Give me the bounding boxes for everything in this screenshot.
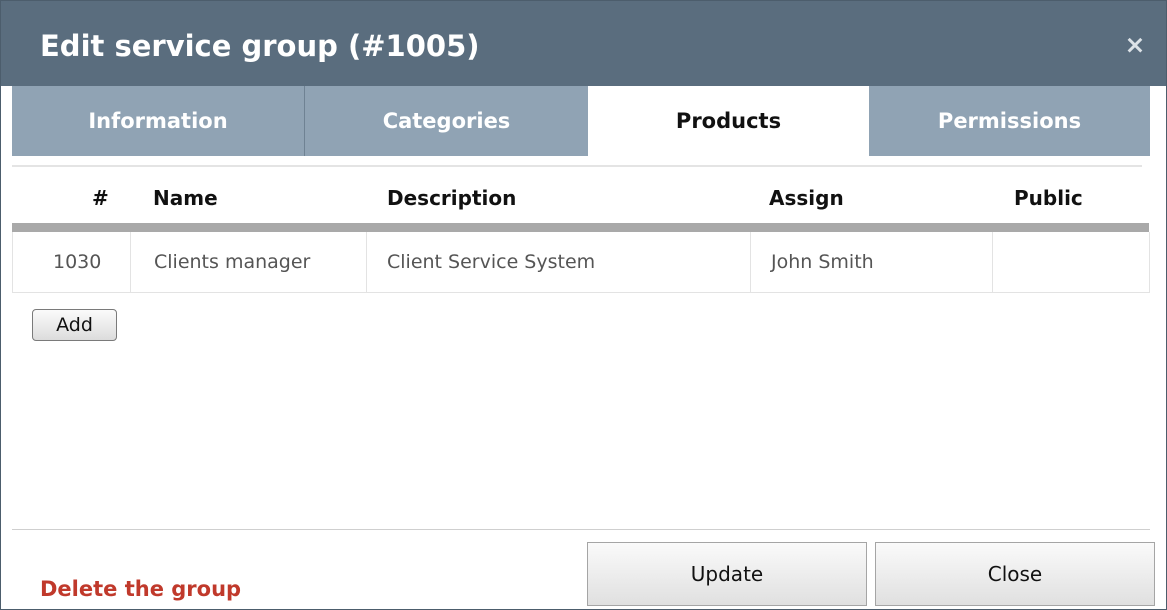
- dialog-title: Edit service group (#1005): [40, 29, 480, 63]
- tab-information[interactable]: Information: [12, 86, 305, 156]
- column-divider: [130, 232, 131, 292]
- add-product-button[interactable]: Add: [32, 309, 117, 341]
- column-header-description[interactable]: Description: [387, 182, 516, 214]
- delete-group-link[interactable]: Delete the group: [40, 577, 241, 601]
- close-icon[interactable]: ×: [1123, 32, 1147, 58]
- column-divider: [992, 232, 993, 292]
- tab-products[interactable]: Products: [588, 86, 869, 156]
- cell-name: Clients manager: [154, 251, 311, 273]
- update-button[interactable]: Update: [587, 542, 867, 606]
- divider: [12, 165, 1142, 167]
- cell-id: 1030: [53, 251, 102, 273]
- close-button[interactable]: Close: [875, 542, 1155, 606]
- column-header-name[interactable]: Name: [153, 182, 218, 214]
- cell-description: Client Service System: [387, 251, 596, 273]
- edit-service-group-dialog: Edit service group (#1005) × Information…: [0, 0, 1167, 610]
- column-divider: [750, 232, 751, 292]
- tab-bar: Information Categories Products Permissi…: [12, 86, 1150, 156]
- tab-permissions[interactable]: Permissions: [869, 86, 1150, 156]
- column-header-id[interactable]: #: [92, 182, 109, 214]
- footer-divider: [12, 529, 1150, 530]
- table-row[interactable]: 1030 Clients manager Client Service Syst…: [12, 232, 1150, 293]
- table-header-divider: [12, 223, 1149, 232]
- column-header-assign[interactable]: Assign: [769, 182, 844, 214]
- column-header-public[interactable]: Public: [1014, 182, 1083, 214]
- tab-categories[interactable]: Categories: [305, 86, 588, 156]
- dialog-titlebar: Edit service group (#1005) ×: [1, 1, 1166, 86]
- products-panel: # Name Description Assign Public 1030 Cl…: [12, 156, 1150, 529]
- cell-assign: John Smith: [771, 251, 874, 273]
- column-divider: [366, 232, 367, 292]
